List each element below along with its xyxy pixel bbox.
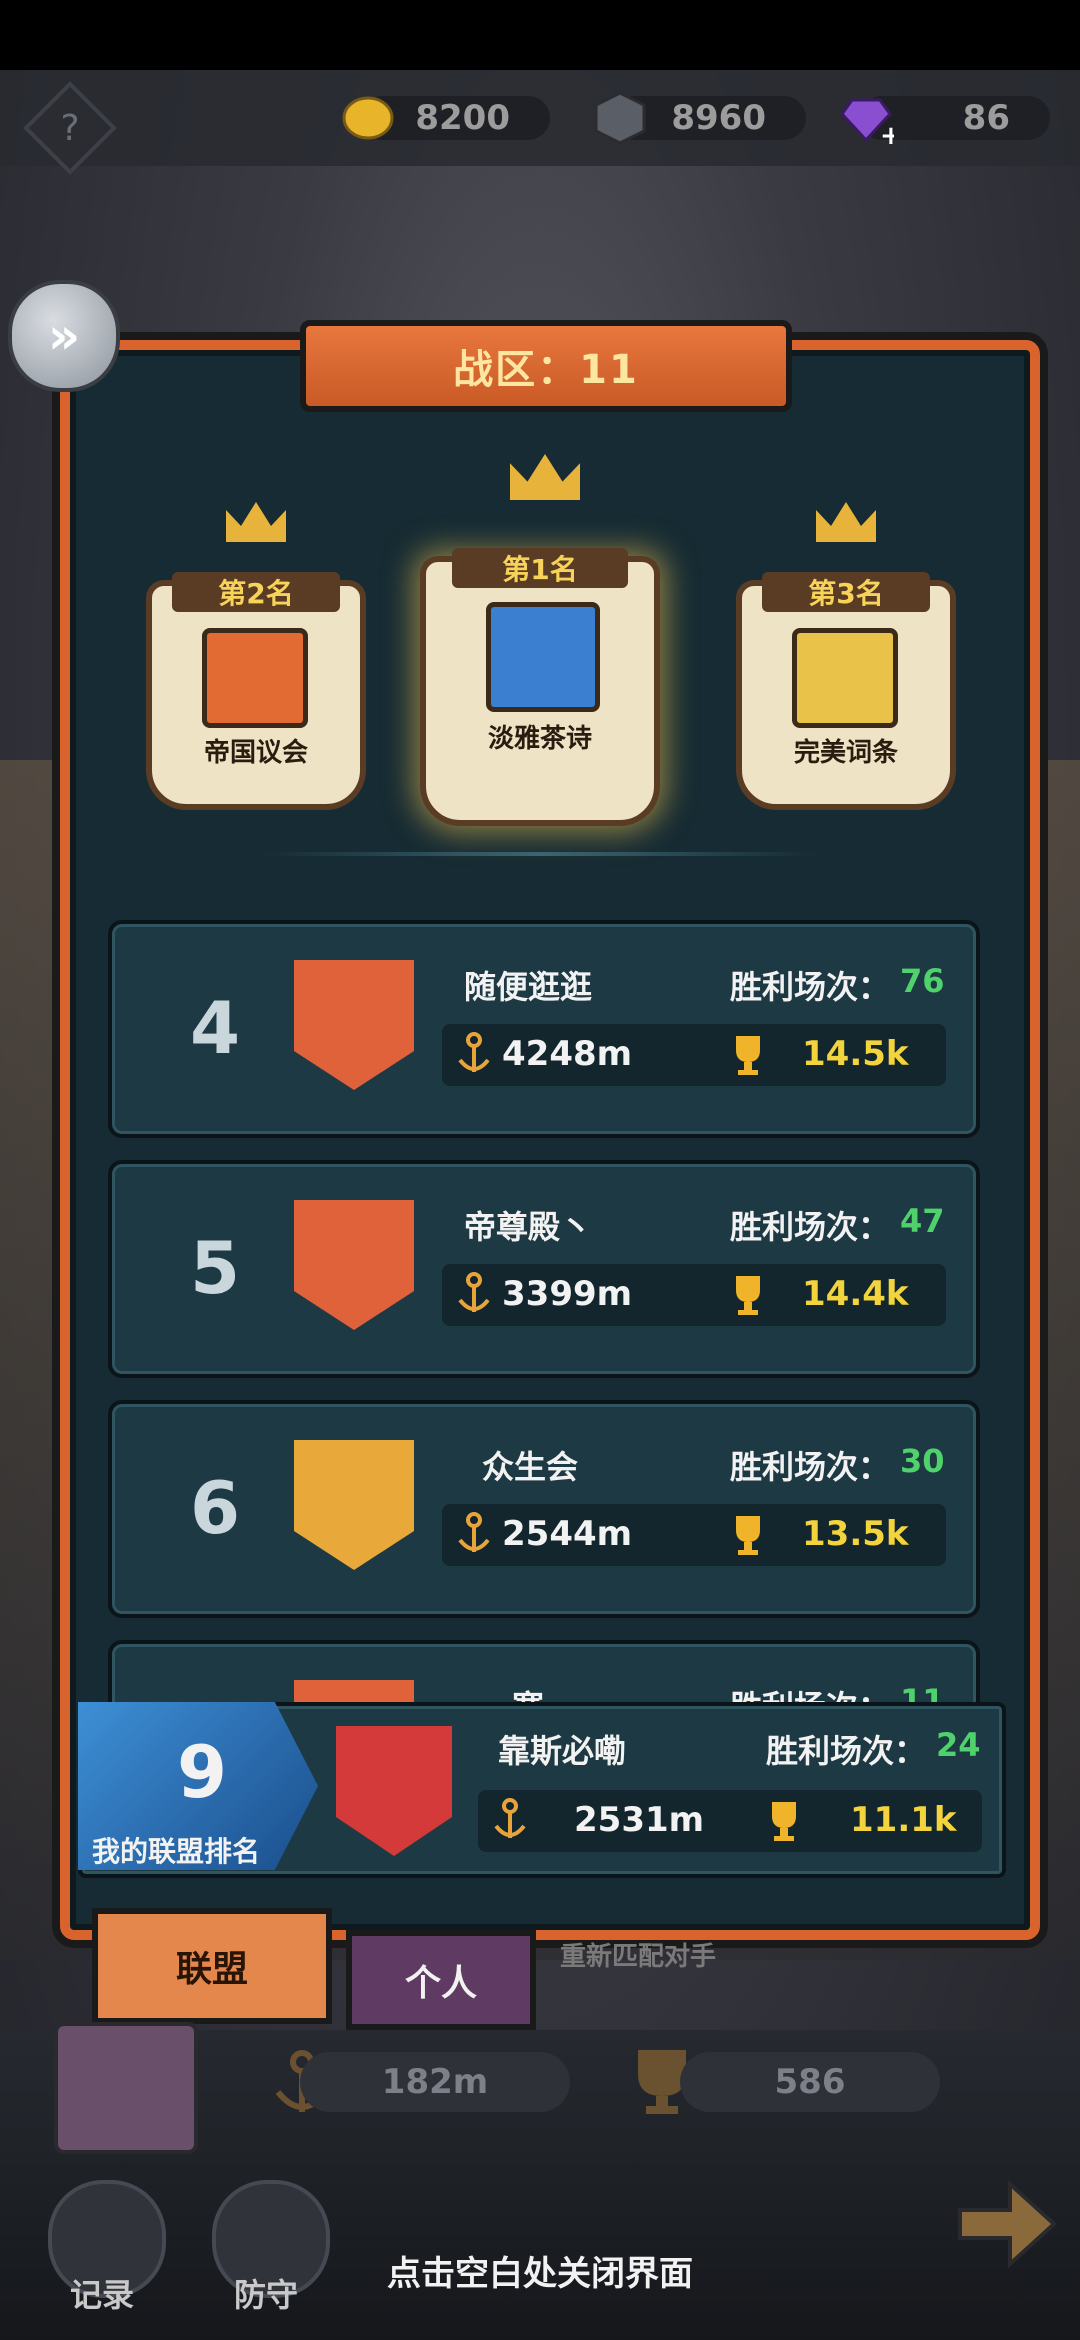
my-rank-value: 9 — [176, 1730, 228, 1814]
podium-alliance-name: 完美词条 — [793, 738, 898, 768]
table-row[interactable]: 4 随便逛逛 胜利场次： 76 4248m 14.5k — [108, 920, 980, 1138]
trophy-icon — [736, 1036, 760, 1075]
row-alliance-name: 帝尊殿丶 — [464, 1208, 593, 1246]
podium-rank-label: 第2名 — [172, 572, 340, 612]
stat-bar: 2544m 13.5k — [442, 1504, 946, 1566]
close-hint[interactable]: 点击空白处关闭界面 — [0, 2246, 1080, 2295]
trophy-value: 11.1k — [850, 1800, 957, 1840]
anchor-icon — [458, 1272, 490, 1312]
alliance-emblem-icon — [202, 628, 308, 728]
status-bar — [0, 0, 1080, 70]
wins-label: 胜利场次： — [730, 1682, 890, 1702]
wins-value: 47 — [900, 1202, 945, 1240]
stat-bar: 3399m 14.4k — [442, 1264, 946, 1326]
podium-third[interactable]: 第3名 完美词条 — [736, 502, 956, 810]
double-chevron-icon: » — [47, 307, 81, 365]
svg-text:?: ? — [60, 108, 79, 149]
my-rank-label: 我的联盟排名 — [92, 1835, 261, 1868]
stat-bar: 4248m 14.5k — [442, 1024, 946, 1086]
my-alliance-row[interactable]: 9 我的联盟排名 靠斯必嘞 胜利场次： 24 2531m 11.1k — [78, 1702, 1006, 1878]
wins-value: 11 — [900, 1682, 945, 1702]
menu-diamond-icon[interactable]: ? — [22, 80, 118, 176]
alliance-emblem-icon — [792, 628, 898, 728]
distance-value: 2544m — [502, 1514, 633, 1554]
alliance-emblem-icon — [486, 602, 600, 712]
trophy-icon — [736, 1276, 760, 1315]
rematch-hint: 重新匹配对手 — [560, 1942, 717, 1972]
stat-bar: 2531m 11.1k — [478, 1790, 982, 1852]
table-row[interactable]: 6 众生会 胜利场次： 30 2544m 13.5k — [108, 1400, 980, 1618]
purple-gem-icon[interactable]: + — [838, 90, 902, 151]
row-rank: 4 — [189, 986, 241, 1070]
row-alliance-name: 众生会 — [482, 1448, 579, 1486]
bottom-trophies: 586 — [680, 2052, 940, 2112]
wins-value: 30 — [900, 1442, 945, 1480]
divider — [260, 852, 820, 856]
podium-first[interactable]: 第1名 淡雅茶诗 — [420, 454, 660, 826]
podium-rank-label: 第3名 — [762, 572, 930, 612]
svg-text:+: + — [880, 121, 894, 146]
avatar[interactable] — [54, 2022, 198, 2154]
ranking-list[interactable]: 4 随便逛逛 胜利场次： 76 4248m 14.5k 5 帝尊殿丶 胜利场次：… — [0, 900, 1080, 1702]
expand-arrow-button[interactable]: » — [8, 280, 120, 392]
trophy-icon — [736, 1516, 760, 1555]
anchor-icon — [458, 1032, 490, 1072]
gold-coin-icon — [340, 90, 396, 146]
podium-alliance-name: 淡雅茶诗 — [487, 724, 592, 754]
alliance-shield-icon — [294, 1440, 414, 1570]
podium-alliance-name: 帝国议会 — [203, 738, 308, 768]
podium-rank-label: 第1名 — [452, 548, 628, 588]
trophy-icon — [772, 1802, 796, 1841]
row-alliance-name: 随便逛逛 — [464, 968, 593, 1006]
distance-value: 4248m — [502, 1034, 633, 1074]
crystal-cube-icon — [592, 90, 648, 146]
my-alliance-name: 靠斯必嘞 — [498, 1732, 627, 1770]
table-row[interactable]: 寒 胜利场次： 11 — [108, 1640, 980, 1702]
trophy-value: 14.4k — [802, 1274, 909, 1314]
alliance-shield-icon — [294, 1200, 414, 1330]
alliance-shield-icon — [294, 960, 414, 1090]
bottom-distance: 182m — [300, 2052, 570, 2112]
wins-label: 胜利场次： — [730, 1208, 891, 1246]
wins-label: 胜利场次： — [730, 968, 891, 1006]
row-alliance-name: 寒 — [512, 1682, 544, 1702]
tab-personal[interactable]: 个人 — [346, 1930, 536, 2030]
wins-label: 胜利场次： — [730, 1448, 891, 1486]
trophy-value: 14.5k — [802, 1034, 909, 1074]
table-row[interactable]: 5 帝尊殿丶 胜利场次： 47 3399m 14.4k — [108, 1160, 980, 1378]
row-rank: 6 — [189, 1466, 241, 1550]
trophy-value: 13.5k — [802, 1514, 909, 1554]
anchor-icon — [494, 1798, 526, 1838]
podium-second[interactable]: 第2名 帝国议会 — [146, 502, 366, 810]
distance-value: 2531m — [574, 1800, 705, 1840]
zone-banner: 战区：11 — [300, 320, 792, 412]
distance-value: 3399m — [502, 1274, 633, 1314]
row-rank: 5 — [189, 1226, 241, 1310]
anchor-icon — [458, 1512, 490, 1552]
tab-alliance[interactable]: 联盟 — [92, 1908, 332, 2024]
wins-label: 胜利场次： — [766, 1732, 927, 1770]
alliance-shield-icon — [294, 1680, 414, 1702]
wins-value: 24 — [936, 1726, 981, 1764]
alliance-shield-icon — [336, 1726, 452, 1856]
wins-value: 76 — [900, 962, 945, 1000]
